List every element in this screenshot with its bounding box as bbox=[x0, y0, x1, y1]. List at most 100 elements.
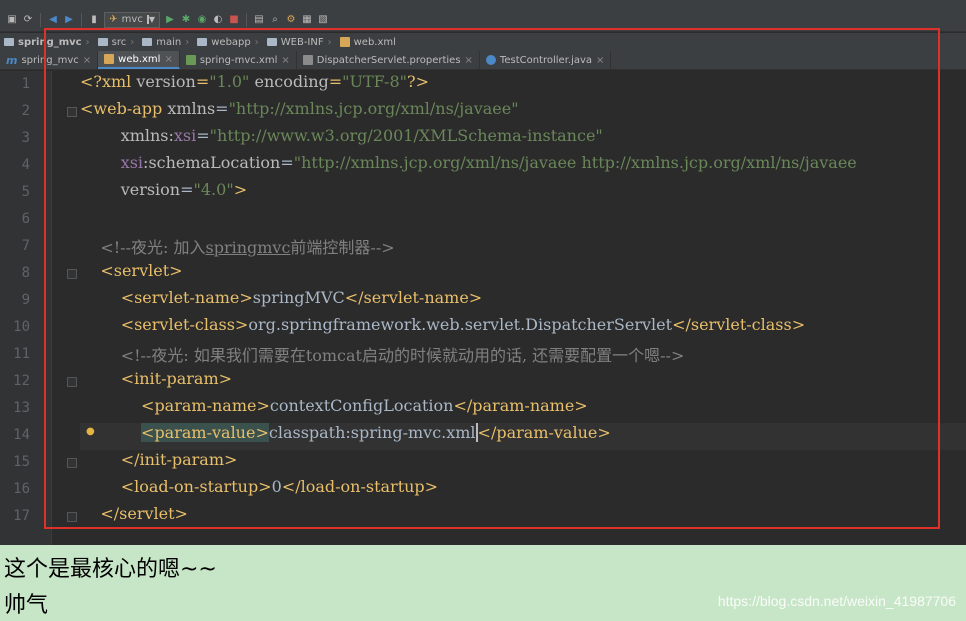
blog-text-line: 帅气 bbox=[4, 593, 49, 618]
sync-icon[interactable]: ⟳ bbox=[22, 14, 34, 26]
fold-marker-icon[interactable] bbox=[67, 458, 77, 468]
breadcrumb-item-web-xml[interactable]: › web.xml bbox=[324, 37, 396, 48]
run-config-label: mvc bbox=[121, 14, 143, 25]
fold-marker-icon[interactable] bbox=[67, 377, 77, 387]
code-line[interactable]: <!--夜光: 加入springmvc前端控制器--> bbox=[80, 234, 966, 261]
code-line[interactable]: <init-param> bbox=[80, 369, 966, 396]
settings-icon[interactable]: ⚙ bbox=[285, 14, 297, 26]
code-token: org.springframework.web.servlet.Dispatch… bbox=[248, 315, 673, 334]
tab-web-xml[interactable]: web.xml × bbox=[98, 51, 180, 69]
code-line[interactable]: xmlns:xsi="http://www.w3.org/2001/XMLSch… bbox=[80, 126, 966, 153]
breadcrumb-item-project[interactable]: spring_mvc bbox=[4, 37, 82, 48]
debug-icon[interactable]: ✱ bbox=[180, 14, 192, 26]
line-number: 8 bbox=[21, 265, 30, 281]
tab-dispatcher-properties[interactable]: DispatcherServlet.properties × bbox=[297, 51, 480, 69]
save-icon[interactable]: ▣ bbox=[6, 14, 18, 26]
code-line[interactable]: <servlet-name>springMVC</servlet-name> bbox=[80, 288, 966, 315]
line-number: 12 bbox=[13, 373, 30, 389]
breadcrumb-item-webapp[interactable]: › webapp bbox=[181, 37, 251, 48]
chevron-right-icon: › bbox=[327, 36, 332, 48]
code-line[interactable]: <?xml version="1.0" encoding="UTF-8"?> bbox=[80, 72, 966, 99]
code-token: <load-on-startup> bbox=[120, 477, 272, 496]
code-line[interactable]: <servlet> bbox=[80, 261, 966, 288]
search-icon[interactable]: ⌕ bbox=[269, 14, 281, 26]
code-line[interactable]: xsi:schemaLocation="http://xmlns.jcp.org… bbox=[80, 153, 966, 180]
breadcrumb-item-src[interactable]: › src bbox=[82, 37, 127, 48]
fold-marker-icon[interactable] bbox=[67, 512, 77, 522]
close-icon[interactable]: × bbox=[281, 55, 289, 66]
code-line[interactable]: <web-app xmlns="http://xmlns.jcp.org/xml… bbox=[80, 99, 966, 126]
code-line[interactable]: version="4.0"> bbox=[80, 180, 966, 207]
code-token: <init-param> bbox=[120, 369, 233, 388]
code-token: </servlet-name> bbox=[344, 288, 483, 307]
code-token: xmlns: bbox=[120, 126, 174, 145]
structure-icon[interactable]: ▤ bbox=[253, 14, 265, 26]
code-line[interactable]: <param-value>classpath:spring-mvc.xml </p… bbox=[80, 423, 966, 450]
close-icon[interactable]: × bbox=[596, 55, 604, 66]
coverage-icon[interactable]: ◉ bbox=[196, 14, 208, 26]
sdk-icon[interactable]: ▧ bbox=[317, 14, 329, 26]
code-token: <!--夜光: 加入 bbox=[100, 238, 206, 257]
lightbulb-icon[interactable]: ● bbox=[86, 427, 95, 437]
stop-icon[interactable]: ■ bbox=[228, 14, 240, 26]
tab-test-controller[interactable]: TestController.java × bbox=[480, 51, 612, 69]
breadcrumb-item-web-inf[interactable]: › WEB-INF bbox=[251, 37, 324, 48]
line-number: 3 bbox=[21, 130, 30, 146]
folder-icon bbox=[197, 38, 208, 46]
code-token: 前端控制器--> bbox=[290, 238, 395, 257]
project-structure-icon[interactable]: ▦ bbox=[301, 14, 313, 26]
build-icon[interactable]: ▮ bbox=[88, 14, 100, 26]
code-token: <servlet-class> bbox=[120, 315, 249, 334]
code-token: "4.0" bbox=[193, 180, 234, 199]
close-icon[interactable]: × bbox=[164, 54, 172, 65]
code-line[interactable]: <!--夜光: 如果我们需要在tomcat启动的时候就动用的话, 还需要配置一个… bbox=[80, 342, 966, 369]
fold-marker-icon[interactable] bbox=[67, 269, 77, 279]
chevron-right-icon: › bbox=[185, 36, 190, 48]
code-token: </param-value> bbox=[475, 423, 611, 442]
close-icon[interactable]: × bbox=[83, 55, 91, 66]
profile-icon[interactable]: ◐ bbox=[212, 14, 224, 26]
run-icon[interactable]: ▶ bbox=[164, 14, 176, 26]
menu-bar bbox=[0, 0, 966, 8]
code-token: <param-value> bbox=[141, 423, 269, 442]
code-line[interactable]: <param-name>contextConfigLocation</param… bbox=[80, 396, 966, 423]
code-token: xsi bbox=[173, 126, 197, 145]
code-token: = bbox=[196, 126, 210, 145]
code-token: = bbox=[195, 72, 210, 91]
forward-arrow-icon[interactable]: ▶ bbox=[63, 14, 75, 26]
line-number: 14 bbox=[13, 427, 30, 443]
code-token: </init-param> bbox=[120, 450, 238, 469]
code-line[interactable]: <load-on-startup>0</load-on-startup> bbox=[80, 477, 966, 504]
tab-label: spring_mvc bbox=[21, 54, 79, 66]
code-token: <param-name> bbox=[141, 396, 270, 415]
line-number: 16 bbox=[13, 481, 30, 497]
code-token: 0 bbox=[271, 477, 282, 496]
breadcrumb-item-main[interactable]: › main bbox=[126, 37, 181, 48]
tab-spring-mvc[interactable]: m spring_mvc × bbox=[0, 51, 99, 69]
back-arrow-icon[interactable]: ◀ bbox=[47, 14, 59, 26]
code-editor[interactable]: 1 2 3 4 5 6 7 8 9 10 11 12 13 14 15 16 17 <?xml version=… bbox=[0, 71, 966, 545]
code-line[interactable] bbox=[80, 207, 966, 234]
line-number-gutter: 1 2 3 4 5 6 7 8 9 10 11 12 13 14 15 16 17 bbox=[0, 71, 52, 545]
toolbar-separator bbox=[246, 12, 247, 27]
code-line[interactable]: </servlet> bbox=[80, 504, 966, 531]
line-number: 13 bbox=[13, 400, 30, 416]
toolbar-separator bbox=[81, 12, 82, 27]
close-icon[interactable]: × bbox=[465, 55, 473, 66]
code-line[interactable]: <servlet-class>org.springframework.web.s… bbox=[80, 315, 966, 342]
line-number: 10 bbox=[13, 319, 30, 335]
properties-file-icon bbox=[302, 55, 313, 65]
code-line[interactable]: </init-param> bbox=[80, 450, 966, 477]
fold-marker-icon[interactable] bbox=[67, 107, 77, 117]
tab-spring-mvc-xml[interactable]: spring-mvc.xml × bbox=[180, 51, 297, 69]
run-config-select[interactable]: ✈ mvc ▼ bbox=[104, 11, 160, 28]
line-number: 17 bbox=[13, 508, 30, 524]
